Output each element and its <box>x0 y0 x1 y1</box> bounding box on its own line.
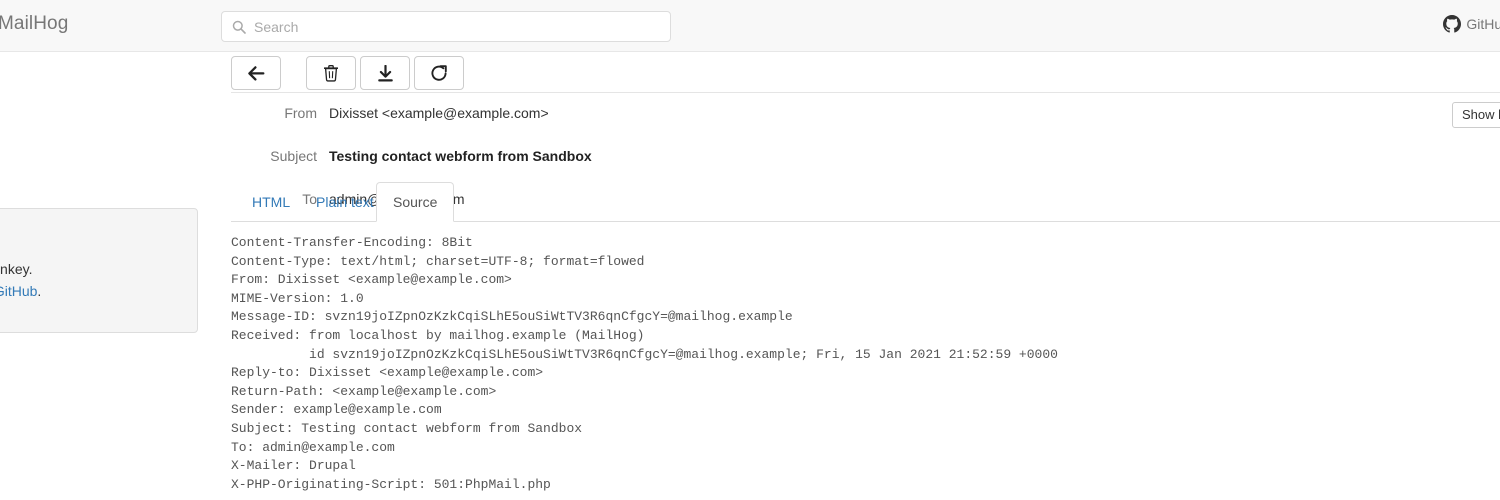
jim-panel: Jim Jim is a chaos monkey. Find out more… <box>0 208 198 333</box>
header-value-from: Dixisset <example@example.com> <box>329 105 549 121</box>
mailhog-app: MailHog GitHub Conn <box>0 0 1500 500</box>
jim-panel-description: Jim is a chaos monkey. <box>0 261 33 277</box>
header-row-subject: Subject Testing contact webform from San… <box>231 145 1500 167</box>
delete-button[interactable] <box>306 56 356 90</box>
github-link[interactable]: GitHub <box>1443 15 1500 33</box>
header-label-from: From <box>284 105 317 121</box>
header-value-subject: Testing contact webform from Sandbox <box>329 148 592 164</box>
jim-more-suffix: . <box>37 283 42 299</box>
trash-icon <box>324 64 338 82</box>
download-button[interactable] <box>360 56 410 90</box>
github-icon <box>1443 15 1462 33</box>
message-tabs: HTML Plain text Source <box>231 182 1500 222</box>
tab-html[interactable]: HTML <box>235 182 307 222</box>
tab-source[interactable]: Source <box>376 182 455 222</box>
search-input[interactable] <box>252 12 664 41</box>
message-source: Content-Transfer-Encoding: 8Bit Content-… <box>231 235 1058 492</box>
top-navbar: MailHog GitHub <box>0 0 1500 52</box>
github-link-label: GitHub <box>1466 16 1500 32</box>
download-icon <box>377 64 393 82</box>
jim-github-link[interactable]: GitHub <box>0 283 37 299</box>
arrow-left-icon <box>247 65 265 81</box>
search-container <box>221 11 671 42</box>
header-label-subject: Subject <box>270 148 317 164</box>
back-button[interactable] <box>231 56 281 90</box>
release-icon <box>430 64 448 82</box>
jim-panel-more: Find out more at GitHub. <box>0 281 41 301</box>
release-button[interactable] <box>414 56 464 90</box>
header-row-from: From Dixisset <example@example.com> <box>231 102 1500 124</box>
search-icon <box>232 20 246 34</box>
toolbar-divider <box>231 92 1500 93</box>
app-brand[interactable]: MailHog <box>0 13 68 35</box>
search-box[interactable] <box>221 11 671 42</box>
show-headers-button[interactable]: Show headers <box>1452 102 1500 128</box>
